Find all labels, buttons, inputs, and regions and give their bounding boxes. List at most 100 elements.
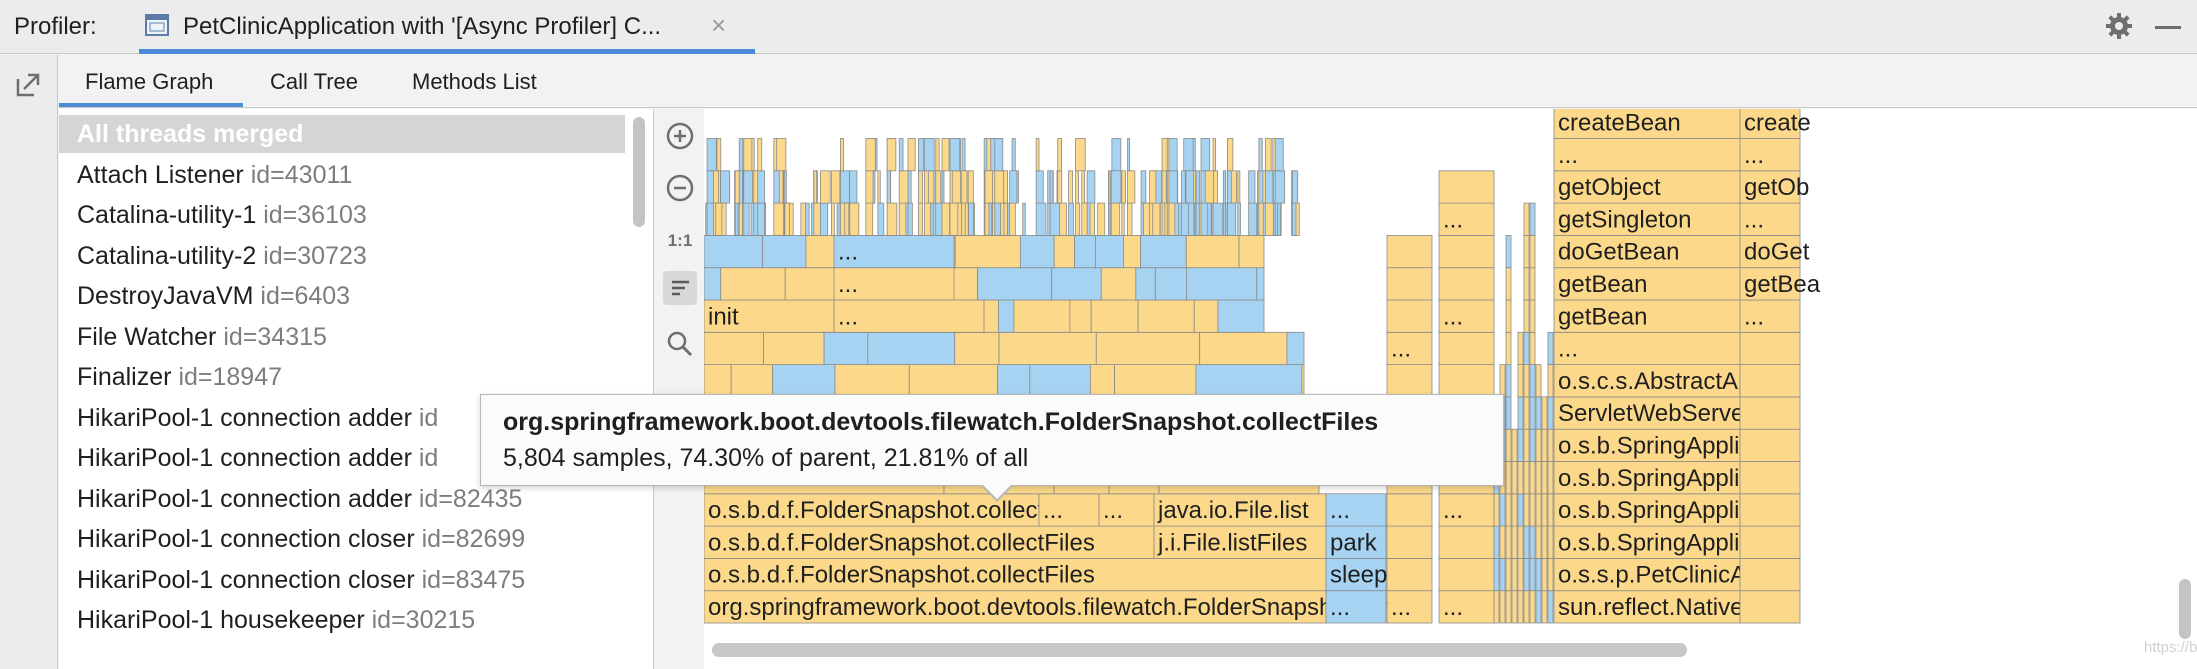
flame-frame[interactable] bbox=[830, 202, 835, 236]
flame-frame[interactable] bbox=[1075, 138, 1086, 172]
flame-frame[interactable] bbox=[1517, 525, 1524, 559]
flame-frame[interactable] bbox=[1200, 202, 1209, 236]
flame-frame[interactable] bbox=[1168, 202, 1176, 236]
flame-frame[interactable] bbox=[1505, 299, 1512, 333]
flame-frame[interactable] bbox=[1523, 396, 1530, 430]
flame-frame[interactable] bbox=[1127, 138, 1131, 172]
flame-frame[interactable] bbox=[907, 202, 913, 236]
frame-right-stack-alt[interactable]: create bbox=[1739, 109, 1811, 139]
thread-item[interactable]: All threads merged bbox=[59, 115, 625, 153]
flame-frame[interactable] bbox=[1149, 202, 1154, 236]
flame-frame[interactable] bbox=[1020, 235, 1055, 269]
flame-frame[interactable] bbox=[800, 202, 806, 236]
flame-frame[interactable] bbox=[935, 170, 942, 204]
flame-frame[interactable] bbox=[994, 202, 1001, 236]
flame-frame[interactable] bbox=[1258, 138, 1263, 172]
frame-right-stack-alt[interactable]: getOb bbox=[1739, 170, 1809, 204]
flame-frame[interactable] bbox=[1264, 138, 1272, 172]
flame-frame[interactable] bbox=[907, 138, 916, 172]
flame-frame[interactable] bbox=[1523, 461, 1530, 495]
flame-frame[interactable] bbox=[1523, 557, 1530, 592]
flame-graph[interactable]: org.springframework.boot.devtools.filewa… bbox=[704, 109, 2197, 669]
flame-frame[interactable] bbox=[1181, 170, 1186, 204]
flame-frame[interactable] bbox=[1535, 461, 1542, 495]
flame-graph-canvas[interactable]: org.springframework.boot.devtools.filewa… bbox=[704, 109, 2197, 669]
frame-park[interactable]: park bbox=[1325, 525, 1387, 559]
flame-frame[interactable] bbox=[1529, 493, 1536, 527]
flame-frame[interactable] bbox=[743, 170, 753, 204]
flame-frame[interactable] bbox=[1081, 170, 1086, 204]
flame-frame[interactable] bbox=[1541, 493, 1548, 527]
frame-right-stack[interactable]: getBean bbox=[1553, 267, 1741, 301]
flame-frame[interactable] bbox=[1227, 138, 1234, 172]
flame-frame[interactable] bbox=[898, 138, 904, 172]
frame-column[interactable] bbox=[1438, 557, 1495, 592]
flame-frame[interactable] bbox=[1151, 202, 1161, 236]
flame-frame[interactable] bbox=[773, 202, 784, 236]
flame-frame[interactable] bbox=[1535, 590, 1542, 624]
flame-frame[interactable] bbox=[1168, 138, 1178, 172]
flame-frame[interactable] bbox=[1529, 396, 1536, 430]
frame-right-stack-alt[interactable] bbox=[1739, 428, 1801, 462]
flame-frame[interactable] bbox=[1535, 364, 1542, 398]
flame-frame[interactable] bbox=[844, 202, 850, 236]
frame-column[interactable] bbox=[1438, 170, 1495, 204]
flame-frame[interactable] bbox=[783, 170, 787, 204]
flame-frame[interactable] bbox=[1505, 590, 1512, 624]
flame-frame[interactable] bbox=[1499, 493, 1506, 527]
flame-frame[interactable] bbox=[784, 202, 790, 236]
flame-frame[interactable] bbox=[1111, 138, 1122, 172]
frame-column[interactable]: ... bbox=[1438, 299, 1495, 333]
flame-horizontal-scrollbar[interactable] bbox=[712, 643, 1687, 657]
flame-frame[interactable] bbox=[1505, 235, 1512, 269]
search-icon[interactable] bbox=[663, 327, 697, 361]
flame-frame[interactable] bbox=[1523, 525, 1530, 559]
flame-frame[interactable] bbox=[1110, 202, 1121, 236]
flame-frame[interactable] bbox=[704, 331, 764, 366]
flame-frame[interactable] bbox=[1523, 364, 1530, 398]
flame-frame[interactable] bbox=[951, 170, 962, 204]
thread-item[interactable]: HikariPool-1 connection closer id=83475 bbox=[59, 561, 625, 599]
flame-frame[interactable] bbox=[935, 138, 940, 172]
flame-frame[interactable] bbox=[1505, 461, 1512, 495]
flame-frame[interactable] bbox=[977, 267, 1053, 301]
frame-right-stack-alt[interactable] bbox=[1739, 493, 1801, 527]
flame-frame[interactable] bbox=[849, 202, 860, 236]
flame-frame[interactable] bbox=[941, 138, 950, 172]
thread-item[interactable]: Catalina-utility-2 id=30723 bbox=[59, 237, 625, 275]
flame-frame[interactable] bbox=[923, 202, 932, 236]
flame-frame[interactable] bbox=[1217, 299, 1265, 333]
flame-frame[interactable] bbox=[1523, 299, 1530, 333]
flame-frame[interactable] bbox=[1227, 170, 1232, 204]
thread-item[interactable]: HikariPool-1 housekeeper id=30215 bbox=[59, 601, 625, 639]
flame-frame[interactable] bbox=[704, 364, 732, 398]
flame-frame[interactable] bbox=[819, 202, 829, 236]
frame-right-stack-alt[interactable]: ... bbox=[1739, 299, 1801, 333]
flame-frame[interactable] bbox=[1517, 364, 1524, 398]
tab-methods-list[interactable]: Methods List bbox=[412, 69, 537, 95]
flame-frame[interactable] bbox=[886, 202, 898, 236]
flame-frame[interactable] bbox=[773, 138, 778, 172]
flame-frame[interactable] bbox=[1523, 428, 1530, 462]
flame-frame[interactable] bbox=[1149, 170, 1157, 204]
flame-frame[interactable] bbox=[1013, 299, 1071, 333]
profiler-session-tab[interactable]: PetClinicApplication with '[Async Profil… bbox=[139, 0, 755, 54]
frame-file-list[interactable]: java.io.File.list bbox=[1153, 493, 1327, 527]
flame-frame[interactable] bbox=[1140, 170, 1147, 204]
flame-frame[interactable] bbox=[1301, 364, 1305, 398]
flame-frame[interactable] bbox=[1089, 364, 1116, 398]
frame-right-stack[interactable]: getSingleton bbox=[1553, 202, 1741, 236]
frame-init-label[interactable]: init bbox=[704, 299, 835, 333]
flame-frame[interactable] bbox=[1529, 590, 1536, 624]
frame-right-stack-alt[interactable]: getBea bbox=[1739, 267, 1821, 301]
flame-frame[interactable] bbox=[704, 267, 722, 301]
flame-frame[interactable] bbox=[1185, 235, 1240, 269]
flame-frame[interactable] bbox=[813, 170, 818, 204]
flame-frame[interactable] bbox=[1535, 493, 1542, 527]
flame-frame[interactable] bbox=[1505, 331, 1512, 366]
thread-item[interactable]: Catalina-utility-1 id=36103 bbox=[59, 196, 625, 234]
zoom-in-icon[interactable] bbox=[663, 119, 697, 153]
flame-frame[interactable] bbox=[949, 138, 961, 172]
flame-frame[interactable] bbox=[1212, 202, 1223, 236]
flame-frame[interactable] bbox=[738, 170, 744, 204]
